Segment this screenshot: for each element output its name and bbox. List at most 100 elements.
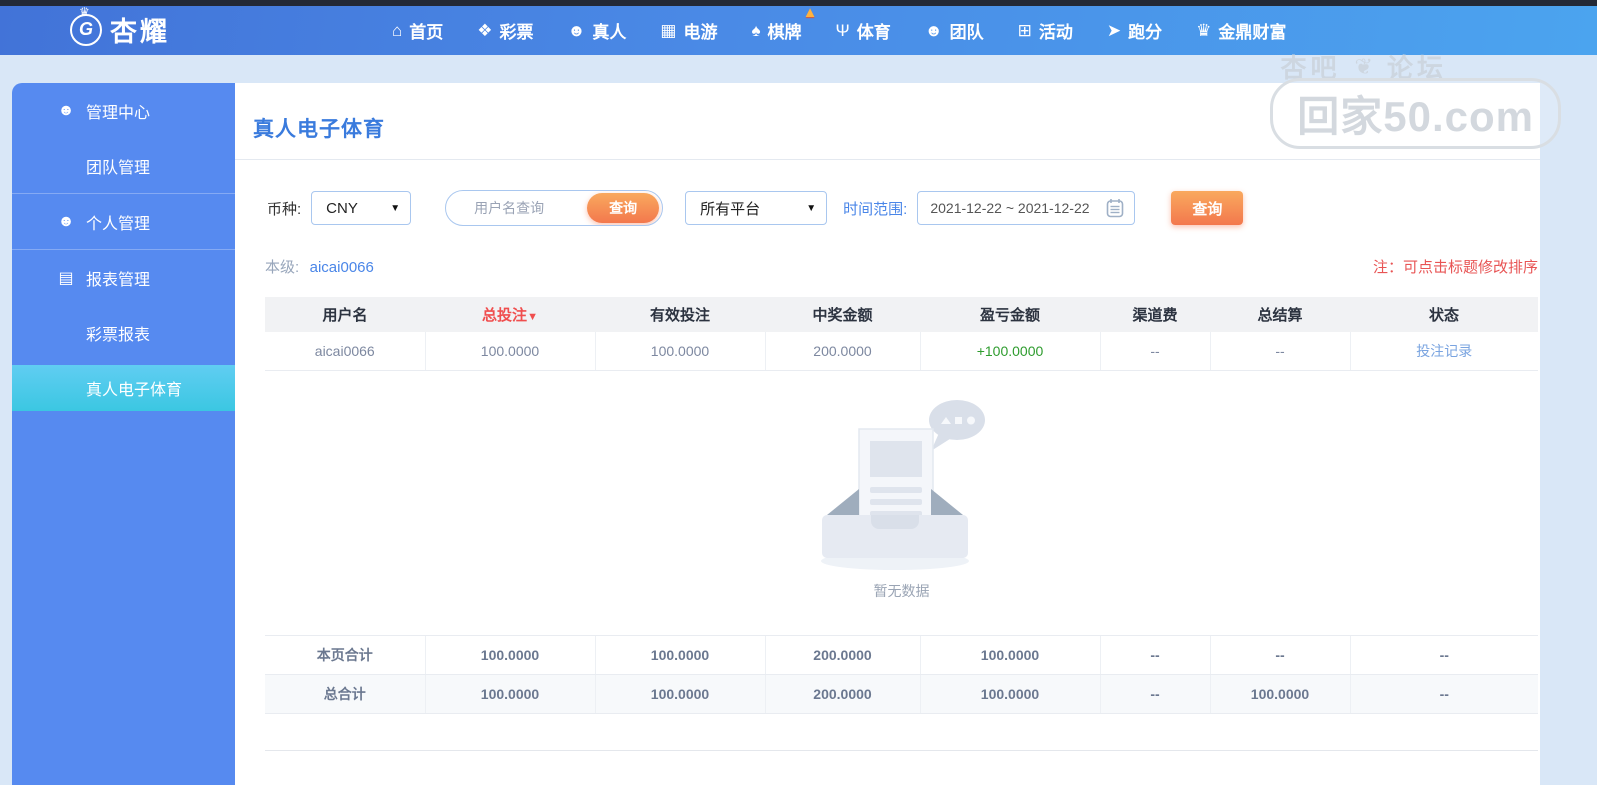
page-total-value: 100.0000 [594,635,765,675]
cell-username: aicai0066 [265,332,425,371]
empty-box-illustration [820,399,985,570]
report-icon: ▤ [58,269,74,287]
nav-menu: ⌂ 首页 ❖ 彩票 ☻ 真人 ▦ 电游 ♠ 棋牌 ▲ Ψ 体育 ☻ 团队 ⊞ 活… [392,5,1286,43]
bet-record-link[interactable]: 投注记录 [1416,343,1472,359]
empty-state: 暂无数据 [265,371,1538,601]
team-icon: ☻ [924,20,943,40]
date-range-input[interactable] [930,200,1107,216]
page-total-value: 200.0000 [764,635,920,675]
nav-label: 跑分 [1128,23,1163,42]
sidebar-item-live-esports-active[interactable]: 真人电子体育 [12,365,235,411]
nav-item-paofen[interactable]: ➤ 跑分 [1107,18,1162,43]
grand-total-value: 100.0000 [594,674,765,714]
sidebar-item-personal-management[interactable]: ☻ 个人管理 [12,194,235,249]
nav-label: 体育 [856,23,891,42]
nav-label: 活动 [1038,23,1073,42]
sort-note: 注：可点击标题修改排序 [1372,259,1538,276]
nav-label: 电游 [683,23,718,42]
sidebar: ☻ 管理中心 团队管理 ☻ 个人管理 ▤ 报表管理 彩票报表 真人电子体育 [12,83,235,785]
col-header-label: 总投注 [482,307,528,324]
col-header-username[interactable]: 用户名 [265,297,425,332]
col-header-profit[interactable]: 盈亏金额 [920,297,1100,332]
nav-item-sports[interactable]: Ψ 体育 [836,18,891,43]
date-range-label: 时间范围: [843,200,908,218]
empty-state-row: 暂无数据 [265,370,1538,636]
title-divider [235,159,1540,160]
inline-search-button[interactable]: 查询 [587,193,660,223]
page-total-value: 100.0000 [919,635,1100,675]
cell-channel-fee: -- [1099,332,1210,371]
currency-select[interactable]: CNY ▼ [311,191,412,225]
nav-item-egames[interactable]: ▦ 电游 [660,18,717,43]
nav-label: 真人 [592,23,627,42]
nav-label: 彩票 [499,23,534,42]
flame-icon: ▲ [802,4,818,21]
sidebar-item-label: 彩票报表 [86,326,151,344]
cards-icon: ♠ [751,20,761,40]
person-icon: ☻ [567,20,586,40]
cell-settlement: -- [1209,332,1350,371]
page-total-value: 100.0000 [424,635,595,675]
col-header-valid-bet[interactable]: 有效投注 [595,297,765,332]
sidebar-item-management-center[interactable]: ☻ 管理中心 [12,83,235,138]
empty-text: 暂无数据 [873,582,930,599]
col-header-channel-fee[interactable]: 渠道费 [1100,297,1210,332]
chevron-down-icon: ▼ [806,202,817,214]
platform-select[interactable]: 所有平台 ▼ [685,191,828,225]
sort-desc-icon: ▼ [527,311,538,323]
logo-letter: G [78,19,93,39]
page-total-row: 本页合计 100.0000 100.0000 200.0000 100.0000… [265,635,1538,675]
gift-icon: ⊞ [1017,20,1032,40]
nav-item-lottery[interactable]: ❖ 彩票 [477,18,533,43]
nav-item-team[interactable]: ☻ 团队 [925,18,984,43]
col-header-status[interactable]: 状态 [1350,297,1538,332]
current-level: 本级: aicai0066 [265,256,374,277]
col-header-settlement[interactable]: 总结算 [1210,297,1350,332]
level-label: 本级: [265,259,300,276]
grand-total-value: -- [1099,674,1210,714]
cell-valid-bet: 100.0000 [594,332,765,371]
nav-label: 金鼎财富 [1218,23,1287,42]
sidebar-item-label: 报表管理 [86,271,151,289]
chevron-down-icon: ▼ [390,202,401,214]
grand-total-value: -- [1349,674,1538,714]
level-username-link[interactable]: aicai0066 [310,259,374,276]
username-search-input[interactable] [446,200,588,216]
nav-item-activity[interactable]: ⊞ 活动 [1018,18,1073,43]
logo[interactable]: ♛ G 杏耀 [70,6,170,49]
top-navigation: ♛ G 杏耀 ⌂ 首页 ❖ 彩票 ☻ 真人 ▦ 电游 ♠ 棋牌 ▲ Ψ 体育 ☻… [0,5,1597,55]
ticket-icon: ❖ [477,20,493,40]
car-icon: ➤ [1106,20,1122,40]
col-header-total-bet-sorted[interactable]: 总投注▼ [425,297,595,332]
slot-machine-icon: ▦ [660,20,677,40]
nav-item-home[interactable]: ⌂ 首页 [392,18,443,43]
table-header-row: 用户名 总投注▼ 有效投注 中奖金额 盈亏金额 渠道费 总结算 状态 [265,297,1538,332]
crown-icon: ♛ [79,4,90,19]
report-table: 用户名 总投注▼ 有效投注 中奖金额 盈亏金额 渠道费 总结算 状态 aicai… [265,297,1538,714]
nav-label: 棋牌 [767,23,802,42]
nav-item-jinding-wealth[interactable]: ♛ 金鼎财富 [1196,18,1286,43]
nav-item-cards[interactable]: ♠ 棋牌 ▲ [751,5,817,43]
sidebar-item-lottery-report[interactable]: 彩票报表 [12,305,235,360]
page-total-label: 本页合计 [265,635,425,675]
table-row: aicai0066 100.0000 100.0000 200.0000 +10… [265,332,1538,371]
calendar-icon[interactable] [1106,198,1124,218]
date-range-box [917,191,1136,225]
sidebar-item-label: 管理中心 [86,104,151,122]
search-button[interactable]: 查询 [1171,191,1244,225]
sidebar-item-team-management[interactable]: 团队管理 [12,138,235,193]
page-title: 真人电子体育 [253,118,385,141]
cell-total-bet: 100.0000 [424,332,595,371]
team-icon: ☻ [57,101,75,119]
col-header-win-amount[interactable]: 中奖金额 [765,297,920,332]
nav-item-live[interactable]: ☻ 真人 [568,18,627,43]
sidebar-item-label: 个人管理 [86,215,151,233]
sidebar-item-report-management[interactable]: ▤ 报表管理 [12,250,235,305]
crown-icon: ♛ [1196,20,1212,40]
nav-label: 首页 [409,23,444,42]
currency-label: 币种: [267,200,302,218]
empty-state-cell: 暂无数据 [265,370,1538,636]
cell-status: 投注记录 [1349,332,1538,371]
page-total-value: -- [1349,635,1538,675]
grand-total-value: 100.0000 [919,674,1100,714]
